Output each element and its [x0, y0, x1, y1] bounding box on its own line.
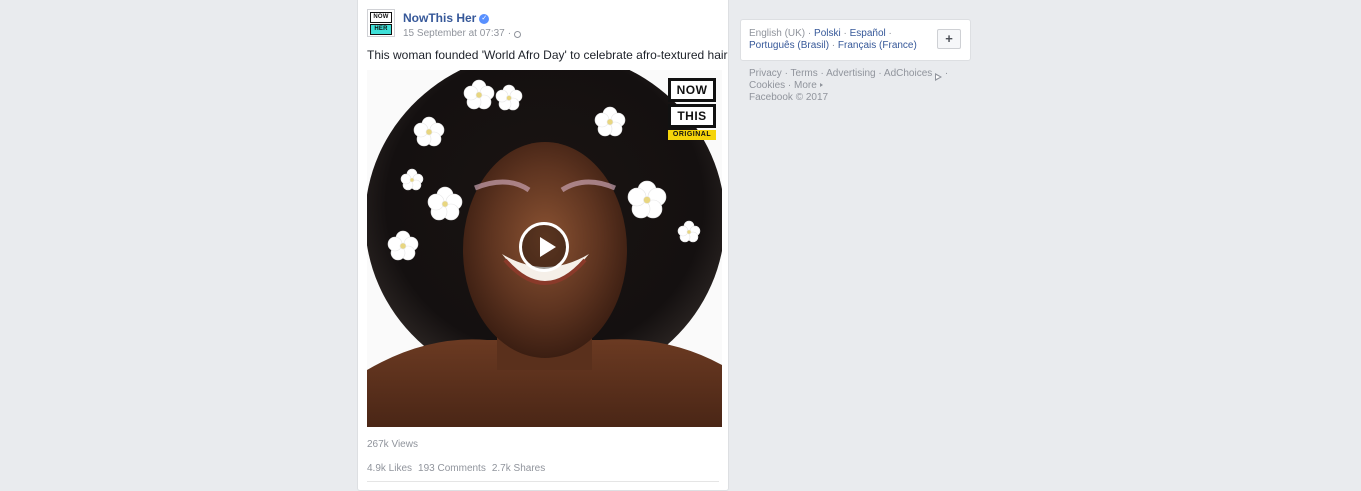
- footer-privacy[interactable]: Privacy: [749, 68, 782, 79]
- video-views: 267k Views: [367, 439, 418, 450]
- feed-post: NOW HER NowThis Her ✓ 15 September at 07…: [357, 0, 729, 491]
- nowthis-original-badge: NOW THIS ORIGINAL: [668, 78, 716, 140]
- page-name-row: NowThis Her ✓: [403, 11, 521, 26]
- post-text: This woman founded 'World Afro Day' to c…: [367, 48, 728, 62]
- page-name-link[interactable]: NowThis Her: [403, 11, 476, 26]
- language-list: English (UK) · Polski · Español · Portug…: [749, 28, 917, 52]
- post-header: NOW HER NowThis Her ✓ 15 September at 07…: [367, 9, 522, 41]
- badge-line-2: THIS: [668, 104, 716, 128]
- post-stats: 4.9k Likes 193 Comments 2.7k Shares: [367, 463, 545, 475]
- plus-icon[interactable]: +: [937, 29, 961, 49]
- footer-sep: ·: [817, 68, 827, 79]
- post-header-text: NowThis Her ✓ 15 September at 07:37 ·: [403, 11, 522, 41]
- language-sep: ·: [840, 28, 850, 39]
- footer-sep: ·: [875, 68, 884, 79]
- post-divider: [367, 481, 719, 482]
- language-portugues[interactable]: Português (Brasil): [749, 40, 829, 51]
- language-line-1: English (UK) · Polski · Español ·: [749, 28, 917, 40]
- footer-adchoices[interactable]: AdChoices: [884, 68, 932, 79]
- language-current: English (UK): [749, 28, 806, 39]
- footer-more[interactable]: More: [794, 80, 817, 91]
- footer-cookies[interactable]: Cookies: [749, 80, 785, 91]
- footer-copyright: Facebook © 2017: [749, 92, 829, 103]
- badge-line-3: ORIGINAL: [668, 130, 716, 140]
- page-avatar-bottom-text: HER: [370, 23, 392, 35]
- language-espanol[interactable]: Español: [850, 28, 886, 39]
- language-line-2: Português (Brasil) · Français (France): [749, 40, 917, 52]
- video-player[interactable]: NOW THIS ORIGINAL: [367, 70, 722, 427]
- comments-count[interactable]: 193 Comments: [418, 463, 486, 475]
- language-selector: English (UK) · Polski · Español · Portug…: [740, 19, 971, 61]
- page-footer: Privacy · Terms · Advertising · AdChoice…: [749, 68, 948, 104]
- footer-advertising[interactable]: Advertising: [826, 68, 875, 79]
- footer-sep: ·: [942, 68, 949, 79]
- page-avatar-top-text: NOW: [370, 11, 392, 23]
- language-sep: ·: [805, 28, 815, 39]
- verified-icon: ✓: [479, 13, 490, 24]
- footer-sep: ·: [785, 80, 795, 91]
- badge-line-1: NOW: [668, 78, 716, 102]
- footer-terms[interactable]: Terms: [791, 68, 818, 79]
- post-timestamp[interactable]: 15 September at 07:37: [403, 28, 505, 40]
- globe-icon[interactable]: [514, 30, 522, 38]
- footer-sep: ·: [781, 68, 791, 79]
- play-icon[interactable]: [519, 222, 569, 272]
- shares-count[interactable]: 2.7k Shares: [492, 463, 545, 475]
- language-francais[interactable]: Français (France): [838, 40, 917, 51]
- language-polski[interactable]: Polski: [814, 28, 841, 39]
- meta-separator: ·: [507, 28, 512, 39]
- more-caret-icon: [819, 83, 823, 87]
- likes-count[interactable]: 4.9k Likes: [367, 463, 412, 475]
- post-meta: 15 September at 07:37 ·: [403, 28, 522, 40]
- footer-line-2: Cookies · More: [749, 80, 948, 92]
- page-avatar[interactable]: NOW HER: [367, 9, 395, 37]
- language-sep: ·: [829, 40, 838, 51]
- footer-line-1: Privacy · Terms · Advertising · AdChoice…: [749, 68, 949, 81]
- language-sep: ·: [885, 28, 892, 39]
